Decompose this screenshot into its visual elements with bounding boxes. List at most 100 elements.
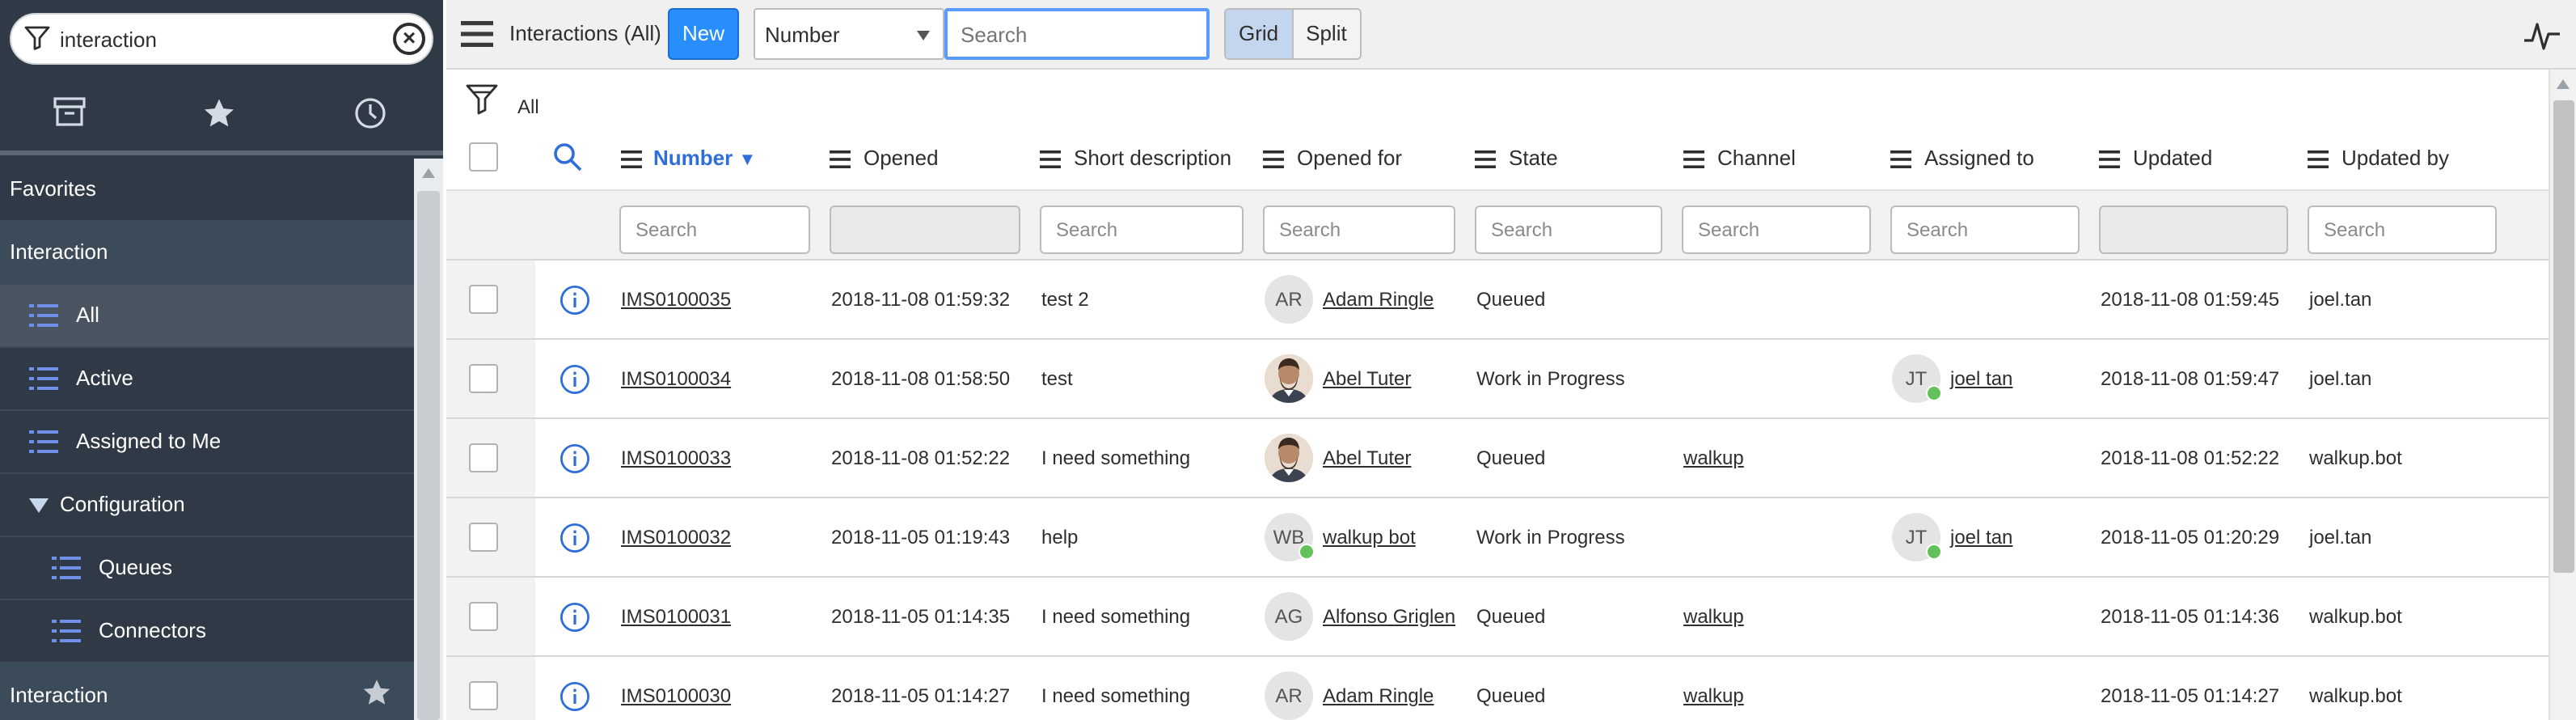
- activity-pulse-icon[interactable]: [2524, 19, 2560, 60]
- table-row[interactable]: IMS0100035 2018-11-08 01:59:32 test 2 AR Ada…: [446, 260, 2549, 340]
- content-scrollbar[interactable]: [2549, 70, 2576, 720]
- module-active[interactable]: Active: [0, 348, 414, 411]
- hamburger-menu-icon[interactable]: [461, 21, 493, 55]
- scroll-up-arrow-icon[interactable]: [2557, 79, 2570, 89]
- new-button[interactable]: New: [668, 8, 739, 60]
- column-menu-icon[interactable]: [830, 147, 851, 176]
- module-assigned-to-me[interactable]: Assigned to Me: [0, 411, 414, 474]
- search-input-updated-by[interactable]: Search: [2308, 205, 2497, 254]
- table-row[interactable]: IMS0100034 2018-11-08 01:58:50 test Abel Tu…: [446, 340, 2549, 419]
- search-field-select[interactable]: Number: [754, 8, 944, 60]
- column-menu-icon[interactable]: [2099, 147, 2120, 176]
- expanded-triangle-icon[interactable]: [29, 498, 49, 513]
- channel-link[interactable]: walkup: [1683, 684, 1744, 707]
- info-icon[interactable]: [560, 364, 590, 403]
- opened-for-link[interactable]: Alfonso Griglen: [1323, 605, 1455, 628]
- column-menu-icon[interactable]: [2308, 147, 2329, 176]
- sidebar-scrollbar[interactable]: [414, 159, 443, 720]
- select-all-checkbox[interactable]: [469, 142, 498, 172]
- module-configuration[interactable]: Configuration: [0, 474, 414, 537]
- column-header-opened-for[interactable]: Opened for: [1297, 146, 1402, 170]
- opened-for-link[interactable]: Adam Ringle: [1323, 288, 1434, 311]
- row-checkbox[interactable]: [469, 443, 498, 472]
- column-menu-icon[interactable]: [621, 147, 642, 176]
- navigator-filter-input[interactable]: interaction ×: [10, 13, 433, 65]
- application-interaction[interactable]: Interaction: [0, 222, 414, 285]
- module-connectors[interactable]: Connectors: [0, 600, 414, 663]
- avatar[interactable]: [1265, 434, 1313, 482]
- column-header-channel[interactable]: Channel: [1717, 146, 1796, 170]
- avatar[interactable]: AG: [1265, 592, 1313, 641]
- row-checkbox[interactable]: [469, 681, 498, 710]
- row-checkbox[interactable]: [469, 602, 498, 631]
- avatar[interactable]: AR: [1265, 275, 1313, 324]
- application-interaction-2[interactable]: Interaction: [0, 663, 414, 720]
- assigned-to-link[interactable]: joel tan: [1950, 367, 2012, 390]
- module-all[interactable]: All: [0, 285, 414, 348]
- record-number-link[interactable]: IMS0100034: [621, 367, 731, 390]
- column-menu-icon[interactable]: [1475, 147, 1496, 176]
- opened-for-link[interactable]: Abel Tuter: [1323, 367, 1411, 390]
- info-icon[interactable]: [560, 602, 590, 641]
- list-search-input[interactable]: [957, 11, 1206, 57]
- clear-filter-icon[interactable]: ×: [393, 23, 425, 55]
- scroll-up-arrow-icon[interactable]: [422, 168, 435, 178]
- row-checkbox[interactable]: [469, 364, 498, 393]
- record-number-link[interactable]: IMS0100031: [621, 605, 731, 628]
- table-row[interactable]: IMS0100030 2018-11-05 01:14:27 I need some…: [446, 657, 2549, 720]
- search-input-number[interactable]: Search: [619, 205, 810, 254]
- archive-icon[interactable]: [53, 97, 86, 134]
- table-row[interactable]: IMS0100033 2018-11-08 01:52:22 I need some…: [446, 419, 2549, 498]
- module-queues[interactable]: Queues: [0, 537, 414, 600]
- column-header-state[interactable]: State: [1509, 146, 1558, 170]
- star-icon[interactable]: [362, 678, 391, 712]
- column-menu-icon[interactable]: [1890, 147, 1911, 176]
- list-search-box[interactable]: [944, 8, 1210, 60]
- opened-for-link[interactable]: Abel Tuter: [1323, 447, 1411, 469]
- search-input-assigned-to[interactable]: Search: [1890, 205, 2080, 254]
- row-checkbox[interactable]: [469, 523, 498, 552]
- column-header-updated[interactable]: Updated: [2133, 146, 2212, 170]
- search-input-state[interactable]: Search: [1475, 205, 1662, 254]
- grid-view-button[interactable]: Grid: [1226, 10, 1294, 58]
- scrollbar-thumb[interactable]: [417, 191, 440, 720]
- info-icon[interactable]: [560, 523, 590, 561]
- opened-for-link[interactable]: Adam Ringle: [1323, 684, 1434, 707]
- star-icon[interactable]: [202, 97, 236, 138]
- column-menu-icon[interactable]: [1683, 147, 1704, 176]
- column-header-number[interactable]: Number ▼: [653, 146, 756, 170]
- breadcrumb-all[interactable]: All: [517, 95, 539, 118]
- opened-for-link[interactable]: walkup bot: [1323, 526, 1416, 548]
- filter-text[interactable]: interaction: [60, 28, 157, 52]
- avatar[interactable]: WB: [1265, 513, 1315, 561]
- column-header-opened[interactable]: Opened: [864, 146, 939, 170]
- table-row[interactable]: IMS0100031 2018-11-05 01:14:35 I need some…: [446, 578, 2549, 657]
- column-header-short-description[interactable]: Short description: [1074, 146, 1231, 170]
- info-icon[interactable]: [560, 285, 590, 324]
- record-number-link[interactable]: IMS0100032: [621, 526, 731, 548]
- column-menu-icon[interactable]: [1263, 147, 1284, 176]
- record-number-link[interactable]: IMS0100035: [621, 288, 731, 311]
- column-header-assigned-to[interactable]: Assigned to: [1924, 146, 2034, 170]
- avatar[interactable]: [1265, 354, 1313, 403]
- scrollbar-thumb[interactable]: [2553, 100, 2574, 573]
- search-input-short-description[interactable]: Search: [1040, 205, 1244, 254]
- avatar[interactable]: JT: [1892, 354, 1942, 403]
- avatar[interactable]: AR: [1265, 671, 1313, 720]
- favorites-section[interactable]: Favorites: [0, 159, 414, 222]
- record-number-link[interactable]: IMS0100033: [621, 447, 731, 469]
- search-icon[interactable]: [553, 142, 582, 180]
- channel-link[interactable]: walkup: [1683, 447, 1744, 469]
- search-input-opened-for[interactable]: Search: [1263, 205, 1455, 254]
- column-menu-icon[interactable]: [1040, 147, 1061, 176]
- clock-icon[interactable]: [354, 97, 386, 138]
- column-header-updated-by[interactable]: Updated by: [2342, 146, 2449, 170]
- info-icon[interactable]: [560, 443, 590, 482]
- assigned-to-link[interactable]: joel tan: [1950, 526, 2012, 548]
- avatar[interactable]: JT: [1892, 513, 1942, 561]
- filter-funnel-icon[interactable]: [466, 84, 498, 128]
- split-view-button[interactable]: Split: [1293, 10, 1360, 58]
- row-checkbox[interactable]: [469, 285, 498, 314]
- search-input-channel[interactable]: Search: [1682, 205, 1871, 254]
- info-icon[interactable]: [560, 681, 590, 720]
